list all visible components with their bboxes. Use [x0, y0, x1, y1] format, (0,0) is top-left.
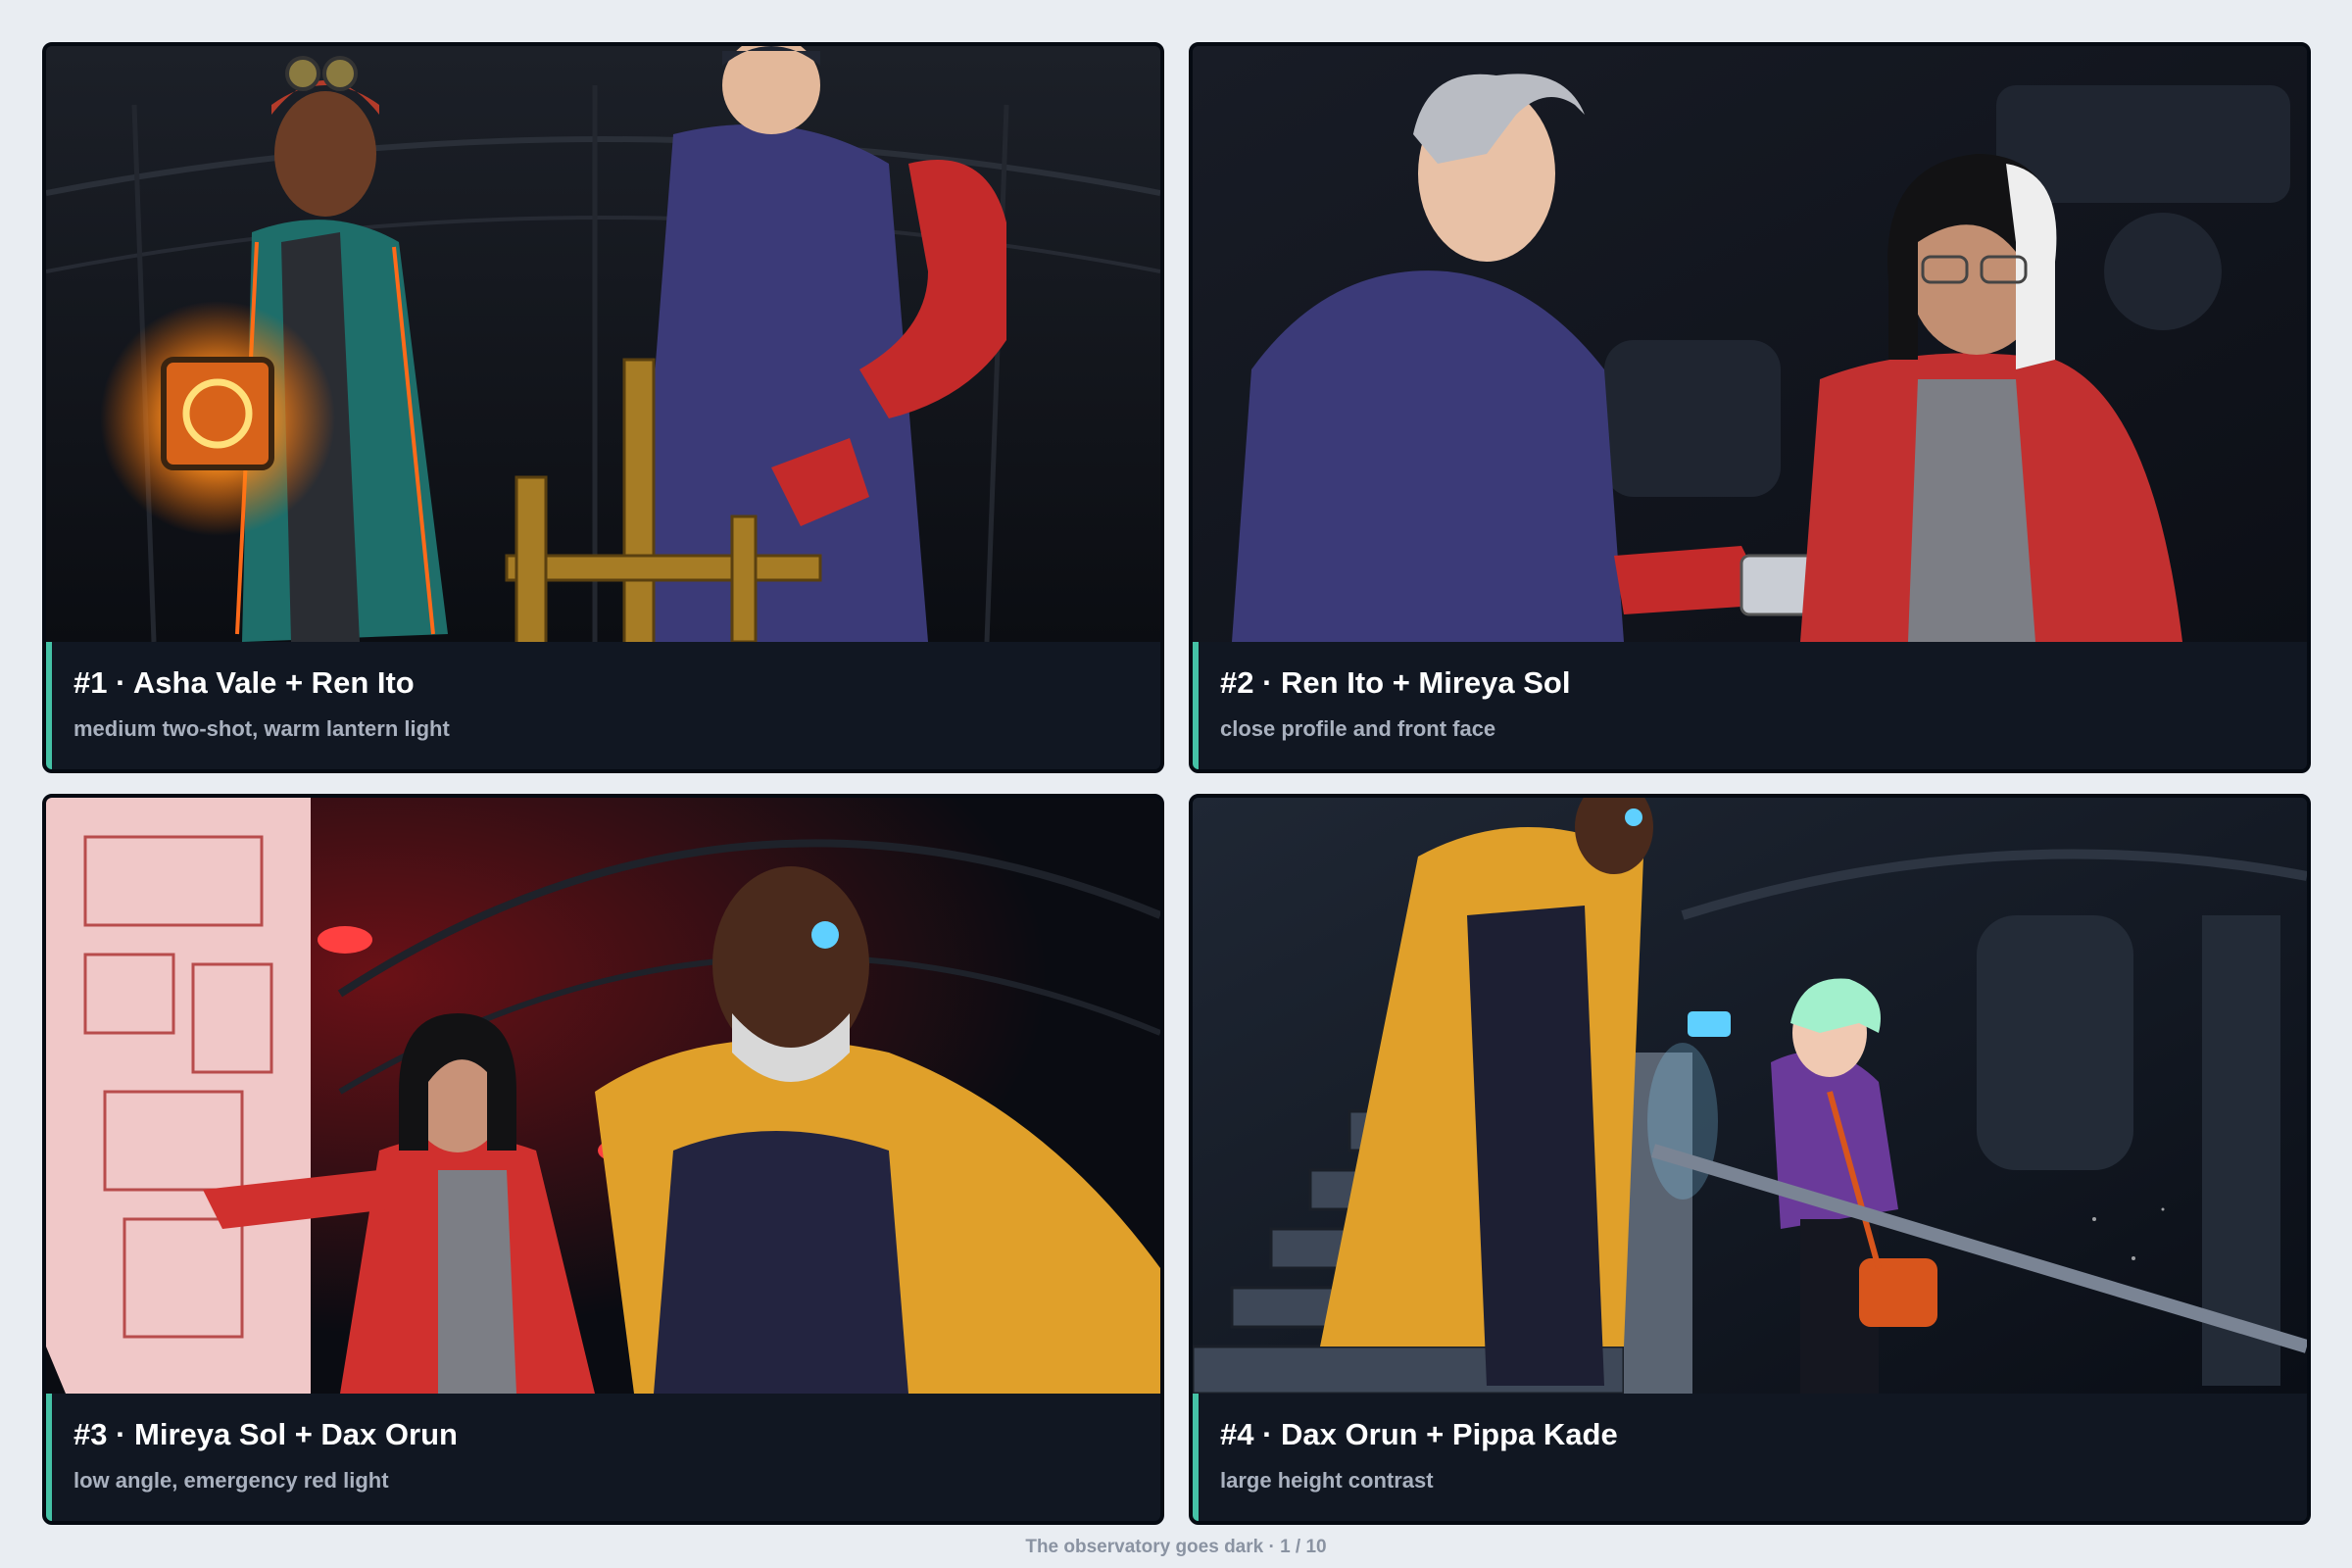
panel-1-caption: #1 · Asha Vale + Ren Ito medium two-shot… — [46, 642, 1160, 769]
panel-2-title: #2 · Ren Ito + Mireya Sol — [1220, 665, 1571, 700]
panel-4-caption: #4 · Dax Orun + Pippa Kade large height … — [1193, 1394, 2307, 1521]
panel-card-4[interactable]: #4 · Dax Orun + Pippa Kade large height … — [1189, 794, 2311, 1525]
storyboard-grid: #1 · Asha Vale + Ren Ito medium two-shot… — [42, 42, 2311, 1525]
panel-card-2[interactable]: #2 · Ren Ito + Mireya Sol close profile … — [1189, 42, 2311, 773]
panel-2-caption: #2 · Ren Ito + Mireya Sol close profile … — [1193, 642, 2307, 769]
panel-4-title: #4 · Dax Orun + Pippa Kade — [1220, 1417, 1618, 1451]
panel-4-illustration — [1193, 798, 2307, 1394]
panel-2-illustration — [1193, 46, 2307, 642]
panel-3-caption: #3 · Mireya Sol + Dax Orun low angle, em… — [46, 1394, 1160, 1521]
page-footer: The observatory goes dark · 1 / 10 — [1025, 1537, 1327, 1557]
panel-3-title: #3 · Mireya Sol + Dax Orun — [74, 1417, 458, 1451]
panel-1-subtitle: medium two-shot, warm lantern light — [74, 716, 450, 741]
panel-card-3[interactable]: #3 · Mireya Sol + Dax Orun low angle, em… — [42, 794, 1164, 1525]
panel-card-1[interactable]: #1 · Asha Vale + Ren Ito medium two-shot… — [42, 42, 1164, 773]
panel-4-subtitle: large height contrast — [1220, 1468, 1434, 1493]
panel-1-illustration — [46, 46, 1160, 642]
panel-3-illustration — [46, 798, 1160, 1394]
panel-2-subtitle: close profile and front face — [1220, 716, 1496, 741]
panel-3-subtitle: low angle, emergency red light — [74, 1468, 389, 1493]
panel-1-title: #1 · Asha Vale + Ren Ito — [74, 665, 415, 700]
